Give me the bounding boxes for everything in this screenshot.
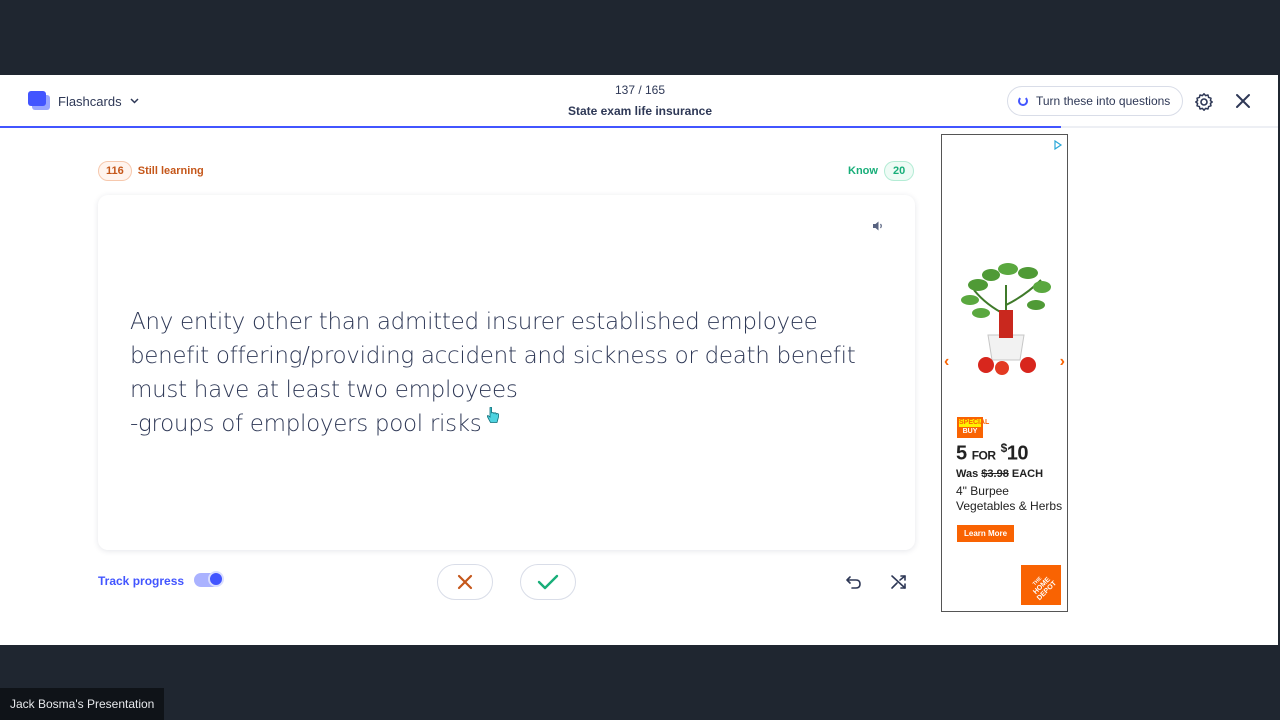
still-learning-tally: 116 Still learning (98, 161, 204, 181)
still-learning-button[interactable] (437, 564, 493, 600)
still-learning-label: Still learning (137, 165, 204, 177)
turn-into-questions-label: Turn these into questions (1036, 94, 1171, 108)
know-tally: Know 20 (848, 161, 915, 181)
flashcard[interactable]: Any entity other than admitted insurer e… (98, 195, 915, 550)
x-icon (457, 574, 473, 590)
loading-icon (1018, 96, 1028, 106)
mode-switcher[interactable]: Flashcards (28, 91, 139, 111)
shuffle-icon[interactable] (890, 573, 908, 591)
home-depot-logo: THE HOME DEPOT (1021, 565, 1061, 605)
deck-progress-bar (0, 126, 1278, 128)
ad-choices-icon[interactable] (1053, 137, 1063, 151)
ad-was-price: Was $3.98 EACH (956, 468, 1044, 480)
advertisement[interactable]: ‹ › SPECIAL BUY 5 FOR $10 Was $3.98 EACH… (941, 134, 1068, 612)
ad-price: 5 FOR $10 (956, 441, 1029, 465)
track-progress-toggle[interactable] (194, 571, 225, 589)
track-progress-label: Track progress (98, 574, 185, 588)
tomato-plant-image (961, 263, 1051, 375)
track-progress: Track progress (98, 571, 225, 589)
close-icon[interactable] (1233, 91, 1253, 111)
special-buy-badge: SPECIAL BUY (957, 417, 989, 438)
card-counter: 137 / 165 (614, 83, 666, 97)
speaker-icon[interactable] (871, 219, 885, 233)
deck-progress-fill (0, 126, 1061, 128)
flashcards-app: Flashcards 137 / 165 State exam life ins… (0, 75, 1278, 645)
learn-more-button[interactable]: Learn More (957, 525, 1015, 542)
gear-icon[interactable] (1194, 92, 1214, 112)
mode-label: Flashcards (58, 93, 122, 109)
presenter-label: Jack Bosma's Presentation (0, 688, 165, 720)
top-bar: Flashcards 137 / 165 State exam life ins… (0, 75, 1278, 128)
undo-icon[interactable] (845, 573, 863, 591)
flashcards-icon (28, 91, 50, 111)
flashcard-text: Any entity other than admitted insurer e… (130, 309, 856, 437)
chevron-down-icon (130, 96, 139, 107)
deck-title: State exam life insurance (567, 104, 713, 118)
ad-prev-arrow[interactable]: ‹ (944, 353, 949, 371)
know-count: 20 (883, 161, 915, 181)
still-learning-count: 116 (98, 161, 132, 181)
pointer-cursor-icon (486, 406, 500, 425)
ad-next-arrow[interactable]: › (1060, 353, 1065, 371)
know-button[interactable] (520, 564, 576, 600)
turn-into-questions-button[interactable]: Turn these into questions (1007, 86, 1184, 116)
ad-product: 4" Burpee Vegetables & Herbs (956, 484, 1063, 513)
know-label: Know (848, 165, 878, 177)
check-icon (537, 574, 559, 590)
